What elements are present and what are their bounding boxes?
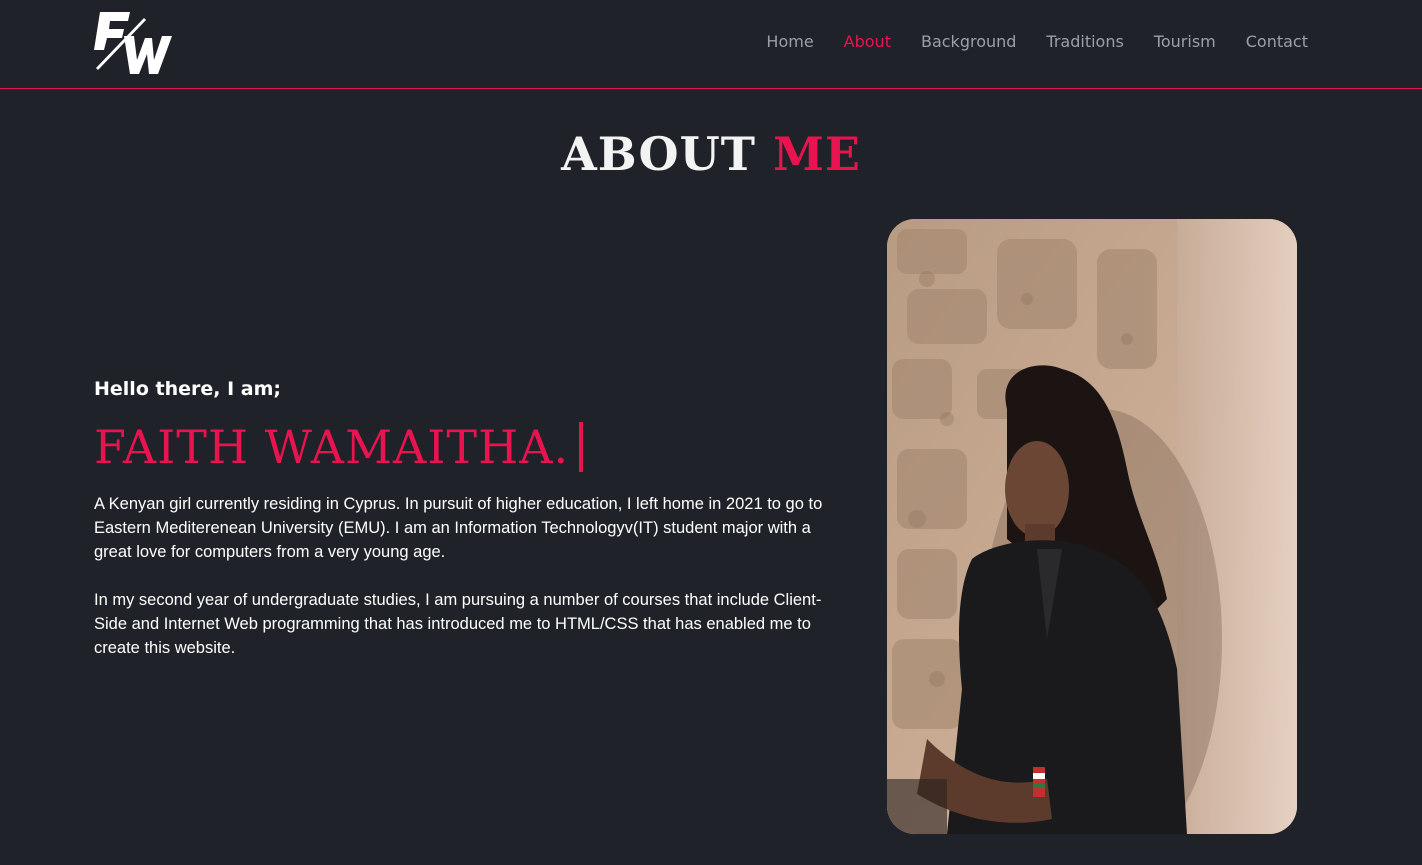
bio-paragraph-1: A Kenyan girl currently residing in Cypr… bbox=[94, 495, 823, 561]
site-header: Home About Background Traditions Tourism… bbox=[0, 0, 1422, 89]
greeting: Hello there, I am; bbox=[94, 378, 281, 400]
nav-contact[interactable]: Contact bbox=[1246, 30, 1308, 54]
page-title: ABOUT ME bbox=[0, 124, 1422, 184]
nav-home[interactable]: Home bbox=[766, 30, 813, 54]
name-heading: FAITH WAMAITHA. bbox=[94, 418, 584, 476]
bio-paragraph-2: In my second year of undergraduate studi… bbox=[94, 591, 822, 657]
title-about: ABOUT bbox=[561, 127, 756, 181]
profile-photo bbox=[887, 219, 1297, 834]
main-nav: Home About Background Traditions Tourism… bbox=[736, 30, 1308, 54]
nav-background[interactable]: Background bbox=[921, 30, 1016, 54]
typing-cursor bbox=[579, 422, 584, 472]
nav-traditions[interactable]: Traditions bbox=[1046, 30, 1123, 54]
nav-tourism[interactable]: Tourism bbox=[1154, 30, 1216, 54]
title-me: ME bbox=[772, 127, 861, 181]
fw-logo[interactable] bbox=[94, 8, 176, 76]
nav-about[interactable]: About bbox=[844, 30, 891, 54]
name-text: FAITH WAMAITHA. bbox=[94, 420, 570, 474]
